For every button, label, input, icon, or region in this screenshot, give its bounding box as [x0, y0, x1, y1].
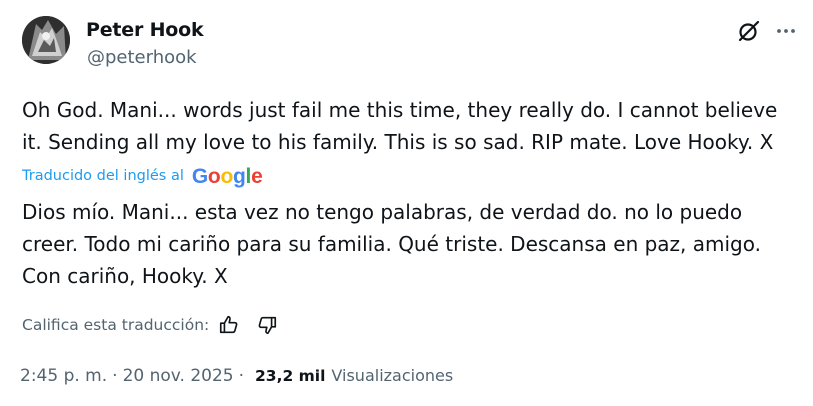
thumbs-down-button[interactable]	[255, 313, 279, 337]
rate-translation-label: Califica esta traducción:	[22, 316, 210, 334]
tweet-time[interactable]: 2:45 p. m.	[20, 366, 107, 386]
tweet-meta: 2:45 p. m. · 20 nov. 2025 · 23,2 mil Vis…	[20, 366, 453, 386]
translation-attribution: Traducido del inglés al Google	[22, 164, 263, 188]
meta-separator: ·	[112, 366, 118, 386]
more-button[interactable]	[773, 18, 799, 44]
views-count: 23,2 mil	[255, 367, 326, 385]
author-handle[interactable]: @peterhook	[87, 47, 197, 68]
rate-translation: Califica esta traducción:	[22, 313, 279, 337]
views-label: Visualizaciones	[331, 366, 454, 385]
google-logo-letter: o	[207, 164, 221, 188]
thumbs-down-icon	[258, 316, 277, 335]
avatar[interactable]	[22, 16, 70, 64]
translated-label[interactable]: Traducido del inglés al	[22, 168, 184, 184]
google-logo: Google	[192, 166, 263, 187]
tweet-text: Oh God. Mani... words just fail me this …	[22, 98, 778, 154]
google-logo-letter: g	[232, 164, 246, 188]
meta-separator: ·	[238, 366, 244, 386]
avatar-photo	[22, 16, 70, 64]
google-logo-letter: e	[251, 164, 263, 188]
google-logo-letter: G	[191, 164, 208, 188]
google-logo-letter: o	[220, 164, 233, 188]
grok-icon	[738, 20, 760, 42]
more-icon	[777, 29, 795, 33]
grok-button[interactable]	[736, 18, 762, 44]
author-name[interactable]: Peter Hook	[86, 19, 204, 41]
thumbs-up-icon	[220, 315, 238, 334]
tweet-date[interactable]: 20 nov. 2025	[123, 366, 234, 386]
translation-text: Dios mío. Mani... esta vez no tengo pala…	[22, 200, 761, 288]
thumbs-up-button[interactable]	[217, 313, 241, 337]
